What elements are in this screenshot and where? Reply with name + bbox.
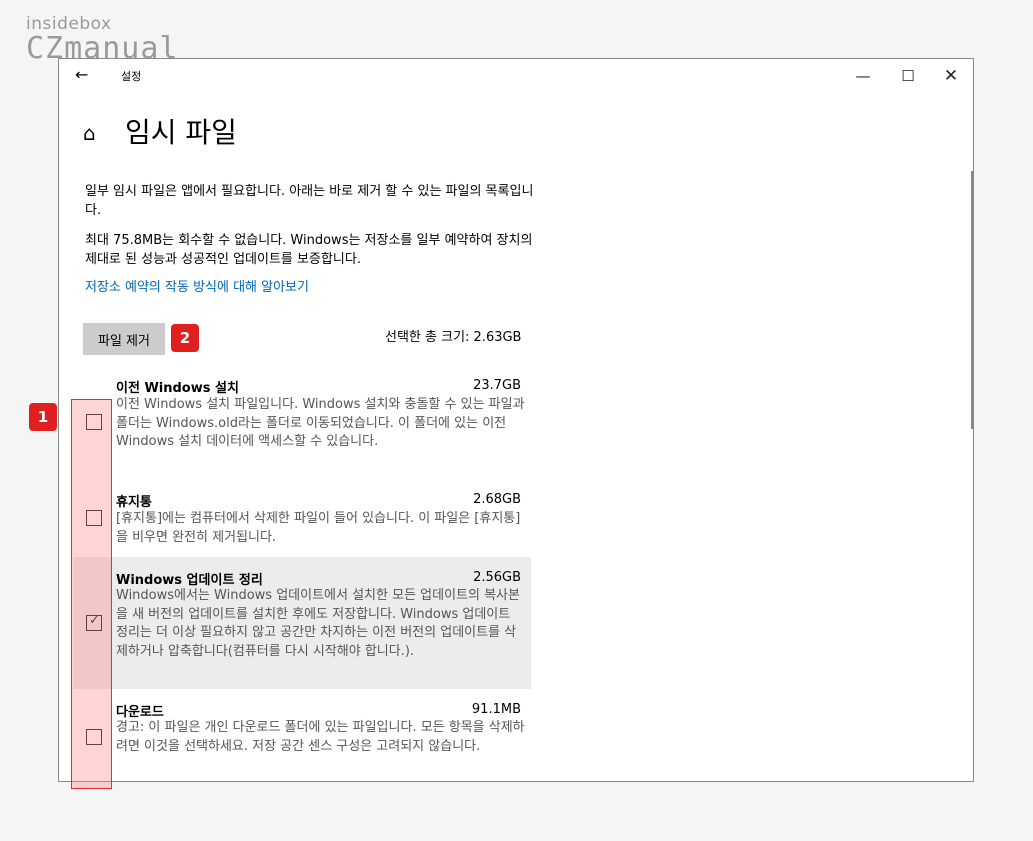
total-selected-size: 선택한 총 크기: 2.63GB — [385, 330, 522, 345]
remove-files-button[interactable]: 파일 제거 — [83, 323, 165, 355]
list-item-recycle-bin[interactable]: 휴지통 2.68GB [휴지통]에는 컴퓨터에서 삭제한 파일이 들어 있습니다… — [73, 485, 531, 555]
page-title: 임시 파일 — [125, 116, 237, 149]
storage-reserve-link[interactable]: 저장소 예약의 작동 방식에 대해 알아보기 — [85, 276, 309, 295]
item-description: [휴지통]에는 컴퓨터에서 삭제한 파일이 들어 있습니다. 이 파일은 [휴지… — [116, 511, 521, 545]
close-button[interactable]: ✕ — [929, 64, 973, 88]
title-bar: ← 설정 — ☐ ✕ — [59, 59, 973, 91]
back-arrow-icon[interactable]: ← — [75, 65, 88, 84]
item-size: 91.1MB — [471, 702, 521, 717]
item-description: 이전 Windows 설치 파일입니다. Windows 설치와 충돌할 수 있… — [116, 397, 525, 449]
item-size: 2.68GB — [473, 492, 521, 507]
minimize-button[interactable]: — — [841, 64, 885, 88]
window-title: 설정 — [121, 70, 142, 83]
item-size: 23.7GB — [473, 378, 521, 393]
item-title: 다운로드 — [116, 705, 164, 720]
maximize-button[interactable]: ☐ — [886, 64, 930, 88]
item-size: 2.56GB — [473, 570, 521, 585]
settings-window: ← 설정 — ☐ ✕ ⌂ 임시 파일 일부 임시 파일은 앱에서 필요합니다. … — [58, 58, 974, 789]
item-title: 이전 Windows 설치 — [116, 381, 239, 396]
item-title: Windows 업데이트 정리 — [116, 573, 263, 588]
item-description: 경고: 이 파일은 개인 다운로드 폴더에 있는 파일입니다. 모든 항목을 삭… — [116, 720, 525, 754]
item-description: Windows에서는 Windows 업데이트에서 설치한 모든 업데이트의 복… — [116, 588, 520, 659]
checkbox-highlight-box — [71, 399, 112, 789]
brand-watermark: insidebox CZmanual — [26, 14, 179, 64]
home-icon[interactable]: ⌂ — [83, 121, 96, 145]
item-title: 휴지통 — [116, 495, 152, 510]
reserve-text: 최대 75.8MB는 회수할 수 없습니다. Windows는 저장소를 일부 … — [85, 233, 533, 267]
intro-text: 일부 임시 파일은 앱에서 필요합니다. 아래는 바로 제거 할 수 있는 파일… — [85, 184, 534, 218]
list-item-downloads[interactable]: 다운로드 91.1MB 경고: 이 파일은 개인 다운로드 폴더에 있는 파일입… — [73, 695, 531, 781]
callout-badge-1: 1 — [29, 403, 57, 431]
list-item-previous-windows[interactable]: 이전 Windows 설치 23.7GB 이전 Windows 설치 파일입니다… — [73, 369, 531, 477]
scrollbar[interactable] — [971, 171, 973, 429]
callout-badge-2: 2 — [171, 324, 199, 352]
list-item-windows-update-cleanup[interactable]: ✓ Windows 업데이트 정리 2.56GB Windows에서는 Wind… — [73, 557, 531, 689]
